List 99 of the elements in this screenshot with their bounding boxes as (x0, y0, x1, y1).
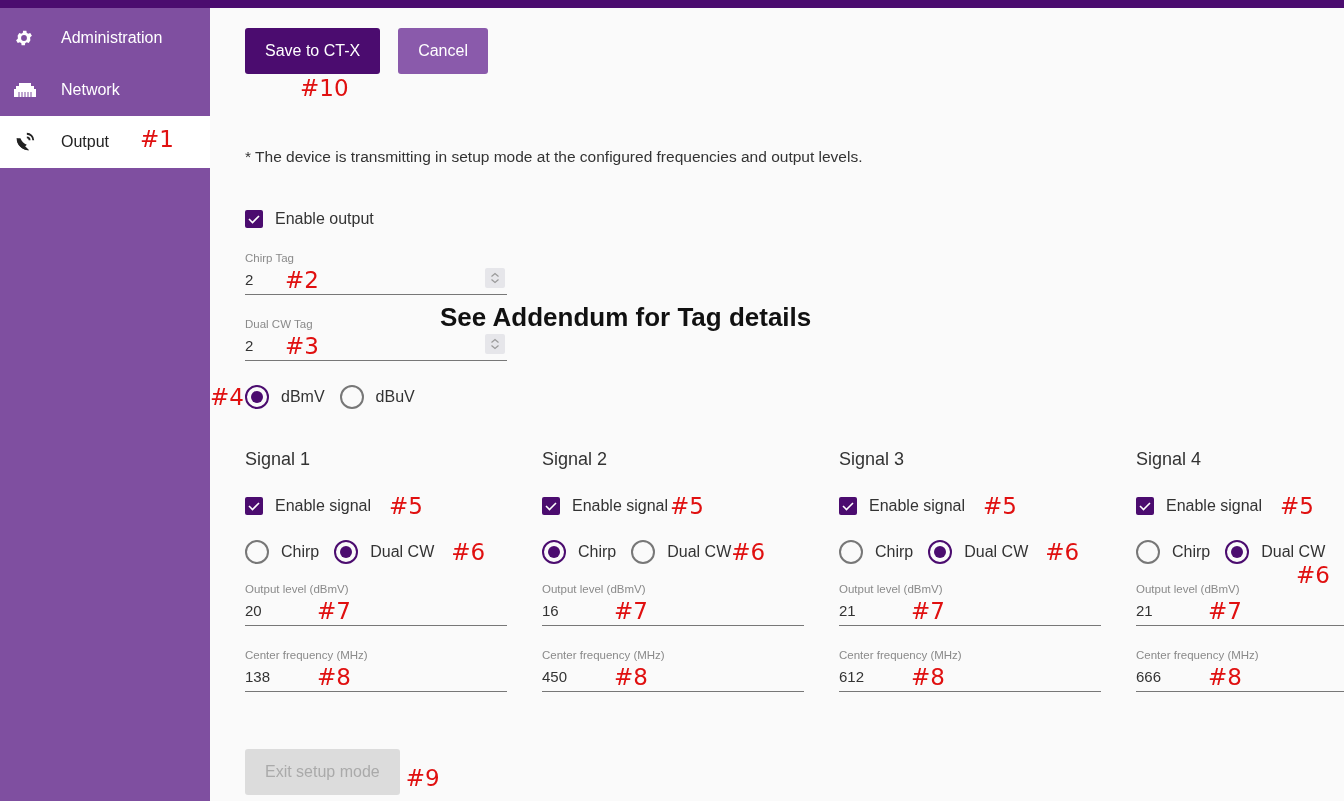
field-label: Center frequency (MHz) (1136, 648, 1260, 662)
field-value: 2 (245, 271, 255, 288)
annotation-label: #8 (911, 663, 945, 690)
radio-button[interactable] (245, 385, 269, 409)
save-button[interactable]: Save to CT-X (245, 28, 381, 74)
input-field[interactable]: 666 #8 (1136, 662, 1344, 692)
input-field[interactable]: 2 #3 (245, 331, 507, 361)
checkbox-label: Enable signal (275, 497, 372, 515)
radio-button[interactable] (631, 540, 656, 564)
sidebar-item[interactable]: Administration (0, 12, 210, 64)
radio-button[interactable] (542, 540, 566, 564)
radio-button[interactable] (839, 540, 863, 564)
field-value: 21 (1136, 602, 1154, 619)
radio-label: Chirp (578, 543, 617, 561)
annotation-label: #5 (389, 493, 423, 519)
radio-button[interactable] (245, 540, 269, 564)
radio-label: Chirp (1172, 543, 1211, 561)
radio-label: Chirp (875, 543, 914, 561)
radio-label: dBuV (375, 388, 415, 406)
annotation-label: #5 (1280, 493, 1314, 519)
checkbox-label: Enable output (275, 210, 374, 228)
check-icon (544, 499, 558, 513)
annotation-label: #8 (614, 663, 648, 690)
input-field[interactable]: 2 #2 (245, 265, 507, 295)
checkbox[interactable] (542, 497, 560, 515)
input-field[interactable]: 450 #8 (542, 662, 804, 692)
radio-label: Dual CW (667, 543, 732, 561)
annotation-label: #7 (1208, 597, 1242, 624)
gear-icon (14, 28, 34, 48)
annotation-label: #7 (614, 597, 648, 624)
input-field[interactable]: 21 #7 (839, 596, 1101, 626)
field-value: 450 (542, 668, 569, 685)
annotation-label: #4 (210, 384, 245, 410)
field-label: Center frequency (MHz) (839, 648, 963, 662)
sidebar-item[interactable]: Network (0, 64, 210, 116)
field-label: Output level (dBmV) (1136, 582, 1241, 596)
field-label: Chirp Tag (245, 251, 295, 265)
annotation-label: #7 (911, 597, 945, 624)
check-icon (1138, 499, 1152, 513)
info-note: * The device is transmitting in setup mode at the configured frequencies and output levels. (245, 147, 864, 167)
radio-label: Dual CW (370, 543, 435, 561)
field-value: 21 (839, 602, 857, 619)
annotation-label: #8 (317, 663, 351, 690)
annotation-label: #8 (1208, 663, 1242, 690)
annotation-label: #6 (1045, 539, 1080, 565)
annotation-label: #6 (731, 539, 766, 565)
field-value: 666 (1136, 668, 1163, 685)
input-field[interactable]: 16 #7 (542, 596, 804, 626)
radio-label: Dual CW (1261, 543, 1326, 561)
callout-text: See Addendum for Tag details (440, 302, 812, 333)
satellite-dish-icon (14, 131, 36, 153)
field-value: 20 (245, 602, 263, 619)
field-label: Center frequency (MHz) (542, 648, 666, 662)
radio-label: Dual CW (964, 543, 1029, 561)
annotation-label: #6 (1296, 562, 1330, 588)
radio-button[interactable] (928, 540, 953, 564)
check-icon (841, 499, 855, 513)
radio-label: dBmV (281, 388, 325, 406)
checkbox-label: Enable signal (1166, 497, 1263, 515)
annotation-label: #1 (140, 126, 174, 152)
annotation-label: #6 (451, 539, 486, 565)
radio-label: Chirp (281, 543, 320, 561)
check-icon (247, 499, 261, 513)
field-label: Output level (dBmV) (839, 582, 944, 596)
field-label: Output level (dBmV) (245, 582, 350, 596)
signal-title: Signal 2 (542, 448, 609, 471)
field-value: 16 (542, 602, 560, 619)
annotation-label: #10 (300, 74, 349, 102)
cancel-button[interactable]: Cancel (398, 28, 488, 74)
radio-button[interactable] (339, 385, 364, 409)
checkbox-label: Enable signal (869, 497, 966, 515)
checkbox[interactable] (245, 497, 263, 515)
annotation-label: #5 (670, 493, 704, 519)
input-field[interactable]: 138 #8 (245, 662, 507, 692)
checkbox[interactable] (245, 210, 263, 228)
input-field[interactable]: 612 #8 (839, 662, 1101, 692)
radio-button[interactable] (1136, 540, 1160, 564)
input-field[interactable]: 21 #7 (1136, 596, 1344, 626)
checkbox[interactable] (1136, 497, 1154, 515)
radio-button[interactable] (334, 540, 359, 564)
field-value: 2 (245, 337, 255, 354)
check-icon (247, 212, 261, 226)
input-field[interactable]: 20 #7 (245, 596, 507, 626)
signal-title: Signal 4 (1136, 448, 1203, 471)
field-value: 138 (245, 668, 272, 685)
annotation-label: #2 (285, 266, 319, 293)
annotation-label: #7 (317, 597, 351, 624)
annotation-label: #3 (285, 332, 319, 359)
radio-button[interactable] (1225, 540, 1250, 564)
network-port-icon (14, 83, 36, 97)
field-label: Center frequency (MHz) (245, 648, 369, 662)
field-label: Output level (dBmV) (542, 582, 647, 596)
annotation-label: #5 (983, 493, 1017, 519)
signal-title: Signal 1 (245, 448, 312, 471)
field-value: 612 (839, 668, 866, 685)
checkbox[interactable] (839, 497, 857, 515)
annotation-label: #9 (405, 765, 440, 791)
checkbox-label: Enable signal (572, 497, 669, 515)
signal-title: Signal 3 (839, 448, 906, 471)
